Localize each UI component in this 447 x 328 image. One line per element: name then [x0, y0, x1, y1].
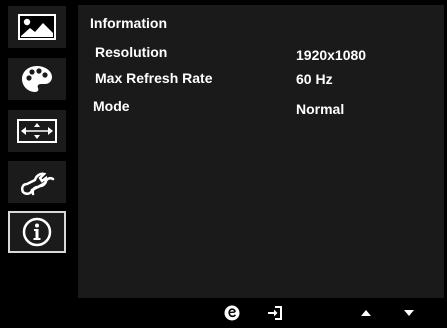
position-icon — [17, 119, 57, 143]
mode-value: Normal — [296, 101, 345, 117]
wrench-icon — [20, 172, 55, 196]
eco-key[interactable] — [221, 303, 243, 323]
info-icon — [22, 217, 52, 247]
down-key[interactable] — [398, 303, 420, 323]
arrow-up-icon — [361, 310, 371, 316]
resolution-label: Resolution — [95, 44, 168, 60]
arrow-down-icon — [404, 310, 414, 316]
max-refresh-rate-label: Max Refresh Rate — [95, 70, 213, 86]
information-panel: Information Resolution 1920x1080 Max Ref… — [78, 5, 444, 298]
sidebar-item-picture[interactable] — [8, 6, 66, 48]
osd-sidebar — [0, 0, 76, 298]
eco-icon — [224, 305, 240, 321]
sidebar-item-information[interactable] — [8, 211, 66, 253]
panel-title: Information — [90, 15, 167, 31]
sidebar-item-position[interactable] — [8, 110, 66, 152]
picture-icon — [18, 14, 56, 40]
sidebar-item-settings[interactable] — [8, 161, 66, 203]
input-source-key[interactable] — [264, 303, 286, 323]
palette-icon — [22, 66, 52, 92]
resolution-value: 1920x1080 — [296, 47, 367, 63]
mode-label: Mode — [93, 98, 130, 114]
max-refresh-rate-value: 60 Hz — [296, 71, 333, 87]
sidebar-item-color[interactable] — [8, 58, 66, 100]
input-source-icon — [268, 306, 282, 320]
up-key[interactable] — [355, 303, 377, 323]
osd-key-bar — [0, 298, 447, 328]
monitor-osd: Information Resolution 1920x1080 Max Ref… — [0, 0, 447, 328]
